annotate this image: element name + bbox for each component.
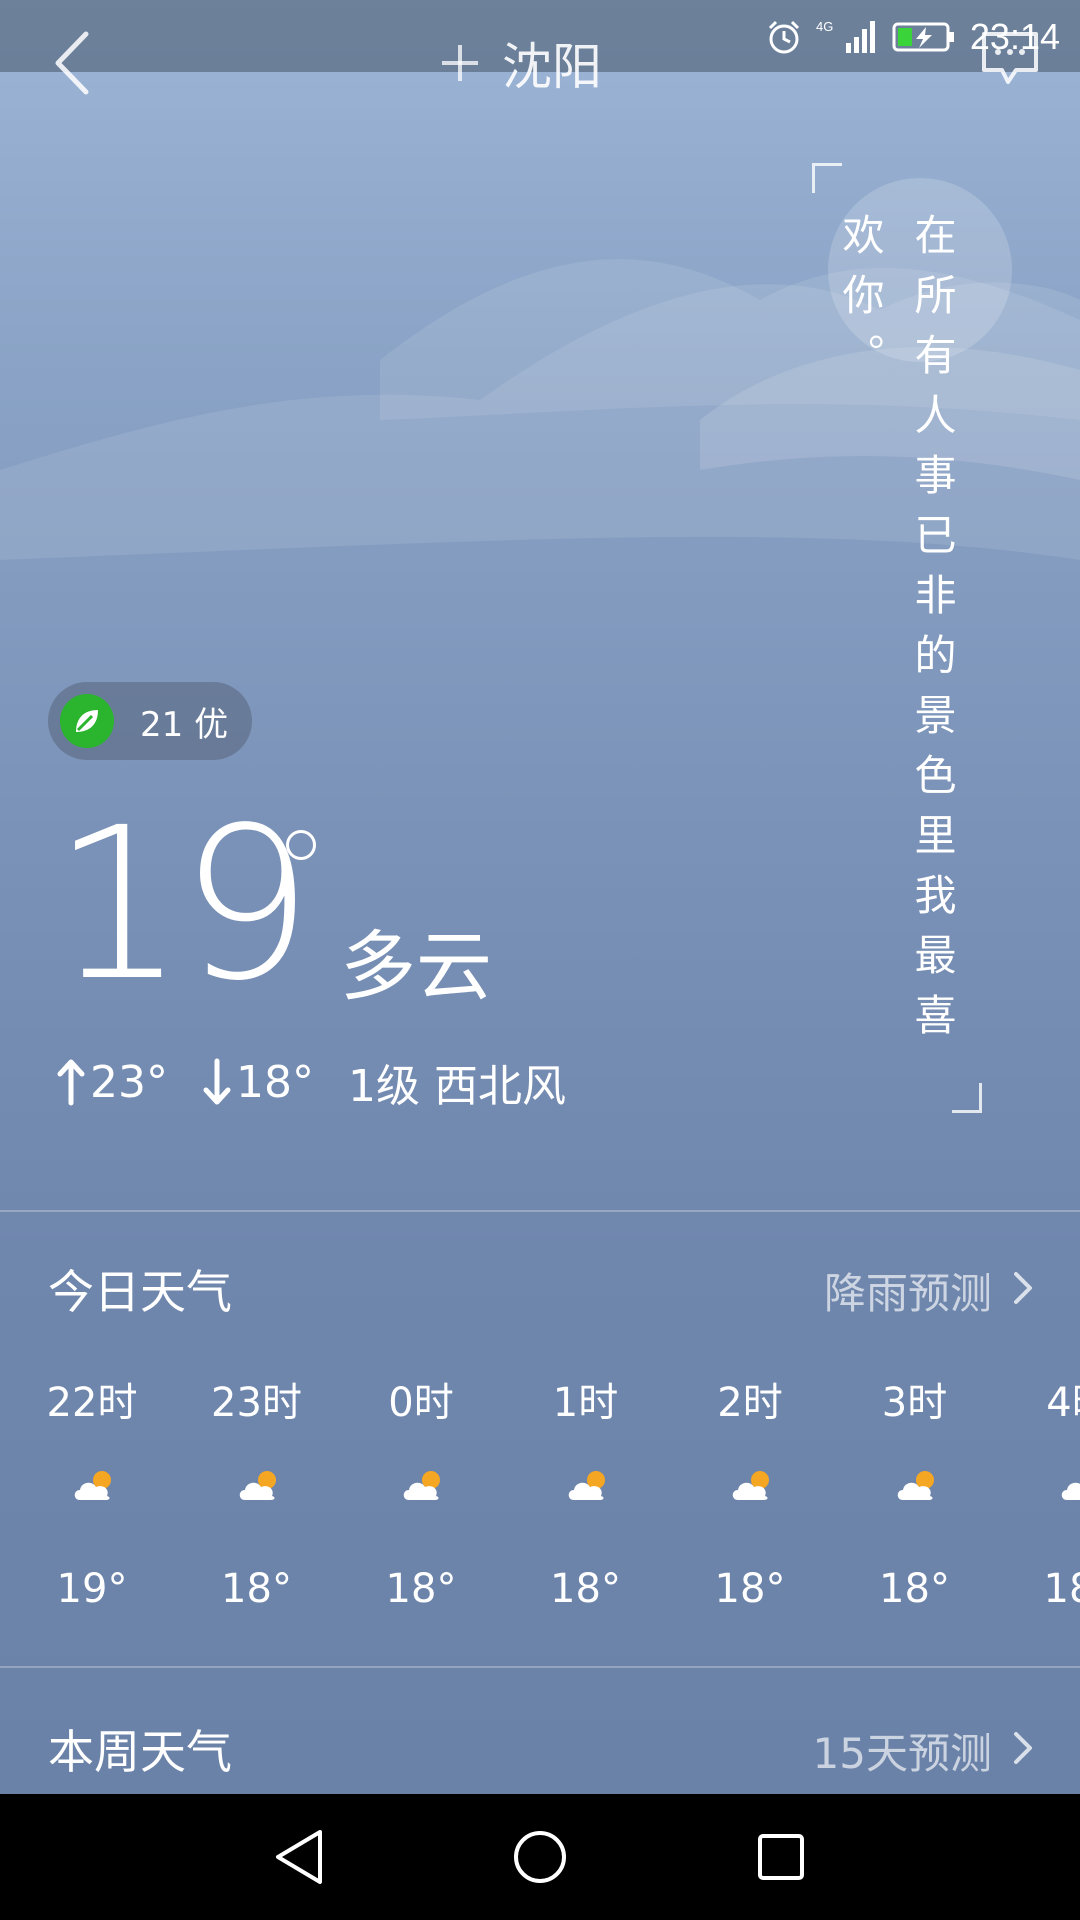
hour-temp: 19° — [56, 1566, 128, 1612]
leaf-glyph — [76, 710, 98, 732]
navigation-bar — [0, 1794, 1080, 1920]
hour-time: 2时 — [717, 1380, 783, 1426]
weather-screen: 4G 23:14 沈阳 在所有人事已非的景色里我最喜 欢你。 21 优 19 多… — [0, 0, 1080, 1794]
hour-time: 0时 — [388, 1380, 454, 1426]
divider — [0, 1666, 1080, 1668]
low-temp-group: 18° — [202, 1057, 314, 1108]
hour-time: 22时 — [46, 1380, 138, 1426]
hour-time: 23时 — [211, 1380, 302, 1426]
poem-line-1: 在所有人事已非的景色里我最喜 — [908, 213, 957, 1053]
hour-item[interactable]: 3时 18° — [855, 1370, 975, 1612]
divider — [0, 1210, 1080, 1212]
quote-corner-top — [812, 163, 842, 193]
hour-temp: 18° — [550, 1566, 621, 1612]
hour-item[interactable]: 22时 19° — [32, 1370, 152, 1612]
week-weather-title: 本周天气 — [48, 1725, 232, 1779]
hour-item[interactable]: 23时 18° — [197, 1370, 317, 1612]
rain-forecast-link[interactable]: 降雨预测 — [824, 1260, 992, 1321]
poem-line-2: 欢你。 — [836, 213, 885, 393]
message-icon[interactable] — [980, 30, 1040, 88]
degree-symbol — [286, 830, 316, 860]
hour-item[interactable]: 4时 18° — [1019, 1370, 1080, 1612]
hour-time: 3时 — [881, 1380, 948, 1426]
partly-cloudy-icon — [732, 1471, 769, 1500]
aqi-badge[interactable]: 21 优 — [48, 682, 252, 760]
hourly-forecast[interactable]: 22时 19° 23时 18° 0时 18° 1时 18° 2时 18° 3时 18° 4时 18° — [0, 1370, 1080, 1612]
temperature-range: 23° 18° 1级 西北风 — [56, 1052, 566, 1112]
partly-cloudy-icon — [568, 1471, 605, 1500]
partly-cloudy-icon — [897, 1471, 934, 1500]
today-weather-title: 今日天气 — [48, 1265, 232, 1319]
high-temp: 23° — [90, 1056, 168, 1108]
current-temperature: 19 — [52, 782, 313, 1027]
battery-charging-icon — [892, 22, 954, 52]
hour-item[interactable]: 0时 18° — [361, 1370, 481, 1612]
hour-temp: 18° — [714, 1566, 786, 1612]
city-selector[interactable]: 沈阳 — [440, 28, 602, 98]
hour-time: 4时 — [1046, 1380, 1080, 1426]
weather-condition: 多云 — [340, 922, 492, 1011]
partly-cloudy-icon — [74, 1471, 111, 1500]
low-temp: 18° — [236, 1056, 314, 1108]
partly-cloudy-icon — [1061, 1482, 1080, 1500]
hour-item[interactable]: 2时 18° — [690, 1370, 810, 1612]
high-temp-group: 23° — [56, 1057, 168, 1108]
plus-icon[interactable] — [440, 43, 480, 83]
aqi-value: 21 优 — [140, 704, 229, 745]
hour-time: 1时 — [552, 1380, 619, 1426]
leaf-icon — [60, 694, 114, 748]
hour-temp: 18° — [385, 1566, 457, 1612]
hour-item[interactable]: 1时 18° — [526, 1370, 646, 1612]
arrow-down-icon — [203, 1058, 231, 1105]
nav-home-icon[interactable] — [505, 1822, 575, 1892]
city-name: 沈阳 — [502, 38, 602, 96]
poem-quote[interactable]: 在所有人事已非的景色里我最喜 欢你。 — [812, 163, 982, 1113]
chevron-right-icon[interactable] — [1012, 1730, 1034, 1766]
network-type: 4G — [816, 19, 833, 34]
wind-info: 1级 西北风 — [348, 1061, 566, 1112]
hour-temp: 18° — [879, 1566, 950, 1612]
arrow-up-icon — [57, 1059, 85, 1106]
chevron-right-icon[interactable] — [1012, 1270, 1034, 1306]
partly-cloudy-icon — [239, 1471, 276, 1500]
hour-temp: 18° — [221, 1566, 292, 1612]
quote-corner-bottom — [952, 1083, 982, 1113]
nav-back-icon[interactable] — [264, 1822, 334, 1892]
nav-recents-icon[interactable] — [746, 1822, 816, 1892]
partly-cloudy-icon — [403, 1471, 440, 1500]
hour-temp: 18° — [1043, 1566, 1080, 1612]
fifteen-day-forecast-link[interactable]: 15天预测 — [813, 1720, 992, 1781]
alarm-icon — [768, 20, 799, 54]
back-icon[interactable] — [48, 28, 98, 98]
signal-icon: 4G — [816, 19, 875, 53]
